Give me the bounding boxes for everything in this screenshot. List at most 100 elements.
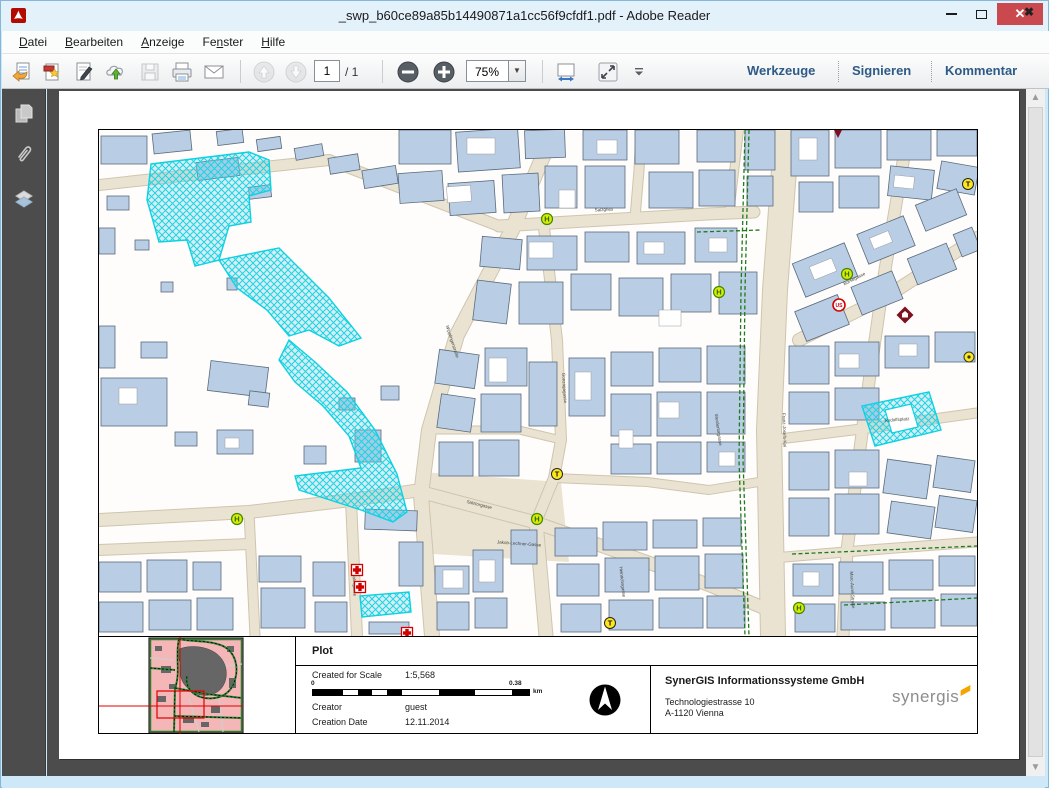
- chevron-down-icon: [634, 67, 644, 77]
- scalebar-segment: [439, 690, 476, 695]
- svg-text:H: H: [716, 288, 721, 297]
- scroll-up-icon[interactable]: ▲: [1026, 89, 1045, 106]
- sign-panel-button[interactable]: Signieren: [852, 63, 911, 78]
- cloud-upload-button[interactable]: [102, 58, 130, 85]
- divider: [296, 665, 977, 666]
- navigation-sidebar: [2, 89, 46, 776]
- svg-text:US: US: [836, 303, 844, 309]
- maximize-button[interactable]: [967, 3, 995, 25]
- previous-page-icon: [252, 60, 276, 84]
- scalebar-segment: [402, 690, 439, 695]
- map-svg: SalzgriesWipplingerstraßeGonzagagasseFra…: [99, 130, 977, 636]
- svg-text:Salzgries: Salzgries: [595, 206, 614, 212]
- save-button[interactable]: [136, 58, 164, 85]
- next-page-icon: [284, 60, 308, 84]
- marker-h: H: [794, 603, 805, 614]
- minimap: [149, 638, 243, 733]
- scroll-down-icon[interactable]: ▼: [1026, 759, 1045, 776]
- menu-item-datei[interactable]: Datei: [10, 32, 56, 52]
- svg-text:H: H: [544, 215, 549, 224]
- close-document-icon[interactable]: ✖: [1024, 5, 1034, 19]
- marker-h: H: [532, 514, 543, 525]
- marker-h: H: [542, 214, 553, 225]
- document-canvas: SalzgriesWipplingerstraßeGonzagagasseFra…: [47, 89, 1026, 776]
- marker-cross: [402, 628, 413, 637]
- toolbar-separator: [240, 60, 241, 83]
- marker-t: T: [605, 618, 616, 629]
- marker-cross: [355, 582, 366, 593]
- comment-panel-button[interactable]: Kommentar: [945, 63, 1017, 78]
- print-icon: [170, 61, 194, 83]
- layers-icon[interactable]: [13, 188, 35, 210]
- next-page-button[interactable]: [282, 58, 310, 85]
- email-button[interactable]: [200, 58, 228, 85]
- sign-document-icon: [73, 61, 95, 83]
- north-arrow-icon: [588, 683, 622, 717]
- company-address-line2: A-1120 Vienna: [665, 708, 724, 718]
- zoom-level-box[interactable]: 75% ▼: [466, 60, 526, 82]
- scalebar-start-label: 0: [311, 680, 315, 687]
- svg-text:H: H: [234, 515, 239, 524]
- company-name: SynerGIS Informationssysteme GmbH: [665, 675, 864, 687]
- marker-h: H: [232, 514, 243, 525]
- company-address-line1: Technologiestrasse 10: [665, 697, 755, 707]
- vertical-scrollbar[interactable]: ▲ ▼: [1026, 89, 1045, 776]
- attachments-icon[interactable]: [13, 143, 35, 165]
- scrollbar-thumb[interactable]: [1028, 107, 1043, 757]
- scalebar-segment: [343, 690, 358, 695]
- menu-item-anzeige[interactable]: Anzeige: [132, 32, 193, 52]
- more-tools-chevron[interactable]: [630, 58, 648, 85]
- open-file-button[interactable]: [8, 58, 36, 85]
- toolbar-separator: [931, 61, 932, 82]
- previous-page-button[interactable]: [250, 58, 278, 85]
- window-title: _swp_b60ce89a85b14490871a1cc56f9cfdf1.pd…: [1, 8, 1048, 23]
- marker-cross: [352, 565, 363, 576]
- overview-map: [99, 637, 295, 734]
- page-thumbnails-icon[interactable]: [13, 103, 35, 125]
- zoom-in-icon: [432, 60, 456, 84]
- scalebar-segment: [387, 690, 402, 695]
- print-button[interactable]: [168, 58, 196, 85]
- adobe-reader-window: _swp_b60ce89a85b14490871a1cc56f9cfdf1.pd…: [0, 0, 1049, 788]
- maximize-icon: [976, 10, 987, 19]
- menu-item-fenster[interactable]: Fenster: [193, 32, 252, 52]
- plot-title: Plot: [312, 645, 333, 657]
- marker-h: H: [714, 287, 725, 298]
- title-bar: _swp_b60ce89a85b14490871a1cc56f9cfdf1.pd…: [1, 1, 1048, 31]
- svg-text:T: T: [608, 619, 613, 628]
- zoom-out-button[interactable]: [394, 58, 422, 85]
- close-button[interactable]: ✕: [997, 3, 1043, 25]
- marker-t: T: [963, 179, 974, 190]
- plot-info-panel: Plot Created for Scale 1:5,568 0 0.38 km…: [99, 636, 977, 733]
- svg-text:H: H: [534, 515, 539, 524]
- menu-item-hilfe[interactable]: Hilfe: [252, 32, 294, 52]
- fit-width-button[interactable]: [552, 58, 580, 85]
- page-number-input[interactable]: [314, 60, 340, 82]
- save-icon: [139, 61, 161, 83]
- logo-accent: [961, 685, 971, 696]
- window-frame-bottom: [2, 776, 1045, 788]
- creation-date-value: 12.11.2014: [405, 717, 449, 727]
- marker-h: H: [842, 269, 853, 280]
- create-pdf-button[interactable]: [38, 58, 66, 85]
- open-file-icon: [11, 61, 33, 83]
- creation-date-label: Creation Date: [312, 717, 368, 727]
- fullscreen-button[interactable]: [594, 58, 622, 85]
- menu-bar: DateiBearbeitenAnzeigeFensterHilfe: [2, 31, 1049, 54]
- menu-item-bearbeiten[interactable]: Bearbeiten: [56, 32, 132, 52]
- scale-value: 1:5,568: [405, 670, 435, 680]
- pdf-page: SalzgriesWipplingerstraßeGonzagagasseFra…: [59, 91, 1019, 759]
- minimize-button[interactable]: [937, 3, 965, 25]
- zoom-out-icon: [396, 60, 420, 84]
- scalebar-segment: [313, 690, 343, 695]
- scalebar-segment: [512, 690, 529, 695]
- scalebar-segment: [358, 690, 373, 695]
- zoom-dropdown-button[interactable]: ▼: [508, 61, 525, 81]
- creator-value: guest: [405, 702, 427, 712]
- sign-document-button[interactable]: [70, 58, 98, 85]
- svg-text:T: T: [966, 180, 971, 189]
- scale-label: Created for Scale: [312, 670, 382, 680]
- zoom-in-button[interactable]: [430, 58, 458, 85]
- tools-panel-button[interactable]: Werkzeuge: [747, 63, 815, 78]
- scalebar-unit-label: km: [533, 688, 542, 695]
